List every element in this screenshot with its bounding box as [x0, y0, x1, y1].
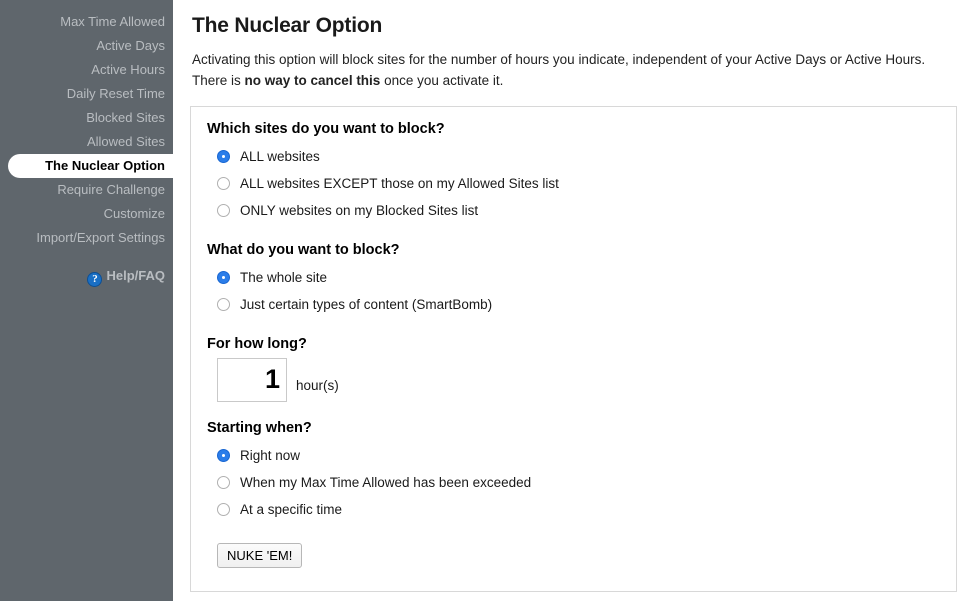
- radio-label-whole-site: The whole site: [240, 269, 328, 285]
- sidebar-item-require-challenge[interactable]: Require Challenge: [0, 178, 173, 202]
- nuke-em-button[interactable]: NUKE 'EM!: [217, 542, 303, 568]
- sidebar-item-help-faq[interactable]: ? Help/FAQ: [0, 266, 173, 287]
- radio-row-right-now[interactable]: Right now: [207, 442, 940, 469]
- section-title-starting-when: Starting when?: [207, 419, 312, 436]
- radio-all-except-allowed[interactable]: [217, 176, 230, 190]
- radio-label-all-websites: ALL websites: [240, 148, 320, 164]
- radio-label-right-now: Right now: [240, 447, 301, 463]
- section-title-what-to-block: What do you want to block?: [207, 241, 400, 258]
- sidebar-item-blocked-sites[interactable]: Blocked Sites: [0, 106, 173, 130]
- radio-all-websites[interactable]: [217, 149, 230, 163]
- radio-smartbomb[interactable]: [217, 297, 230, 311]
- nuclear-option-form-panel: Which sites do you want to block? ALL we…: [190, 105, 957, 592]
- radio-only-blocked[interactable]: [217, 203, 230, 217]
- sidebar-item-customize[interactable]: Customize: [0, 202, 173, 226]
- sidebar-item-active-days[interactable]: Active Days: [0, 34, 173, 58]
- section-title-for-how-long: For how long?: [207, 335, 307, 352]
- hours-input[interactable]: [217, 357, 287, 402]
- sidebar: Max Time Allowed Active Days Active Hour…: [0, 0, 173, 601]
- radio-row-max-time-exceeded[interactable]: When my Max Time Allowed has been exceed…: [207, 469, 940, 496]
- radio-label-specific-time: At a specific time: [240, 501, 343, 517]
- radio-label-smartbomb: Just certain types of content (SmartBomb…: [240, 296, 493, 312]
- radio-row-all-websites[interactable]: ALL websites: [207, 143, 940, 170]
- page-title: The Nuclear Option: [192, 14, 383, 37]
- question-mark-circle-icon: ?: [87, 272, 103, 287]
- radio-label-all-except-allowed: ALL websites EXCEPT those on my Allowed …: [240, 175, 559, 191]
- duration-row: hour(s): [207, 357, 940, 402]
- radio-row-smartbomb[interactable]: Just certain types of content (SmartBomb…: [207, 291, 940, 318]
- main-content: The Nuclear Option Activating this optio…: [190, 0, 971, 601]
- hours-unit-label: hour(s): [296, 378, 339, 394]
- radio-row-only-blocked[interactable]: ONLY websites on my Blocked Sites list: [207, 197, 940, 224]
- radio-whole-site[interactable]: [217, 270, 230, 284]
- sidebar-item-active-hours[interactable]: Active Hours: [0, 58, 173, 82]
- description-text-2: once you activate it.: [380, 72, 504, 88]
- radio-row-all-except-allowed[interactable]: ALL websites EXCEPT those on my Allowed …: [207, 170, 940, 197]
- radio-right-now[interactable]: [217, 448, 230, 462]
- radio-specific-time[interactable]: [217, 502, 230, 516]
- help-faq-label: Help/FAQ: [106, 268, 165, 283]
- description-text-bold: no way to cancel this: [244, 72, 381, 88]
- sidebar-item-max-time-allowed[interactable]: Max Time Allowed: [0, 10, 173, 34]
- sidebar-item-daily-reset-time[interactable]: Daily Reset Time: [0, 82, 173, 106]
- radio-row-specific-time[interactable]: At a specific time: [207, 496, 940, 523]
- radio-max-time-exceeded[interactable]: [217, 475, 230, 489]
- radio-row-whole-site[interactable]: The whole site: [207, 264, 940, 291]
- radio-label-max-time-exceeded: When my Max Time Allowed has been exceed…: [240, 474, 532, 490]
- page-description: Activating this option will block sites …: [192, 50, 962, 92]
- sidebar-item-the-nuclear-option[interactable]: The Nuclear Option: [8, 154, 173, 178]
- sidebar-item-allowed-sites[interactable]: Allowed Sites: [0, 130, 173, 154]
- sidebar-item-import-export-settings[interactable]: Import/Export Settings: [0, 226, 173, 250]
- radio-label-only-blocked: ONLY websites on my Blocked Sites list: [240, 202, 479, 218]
- section-title-which-sites: Which sites do you want to block?: [207, 120, 445, 137]
